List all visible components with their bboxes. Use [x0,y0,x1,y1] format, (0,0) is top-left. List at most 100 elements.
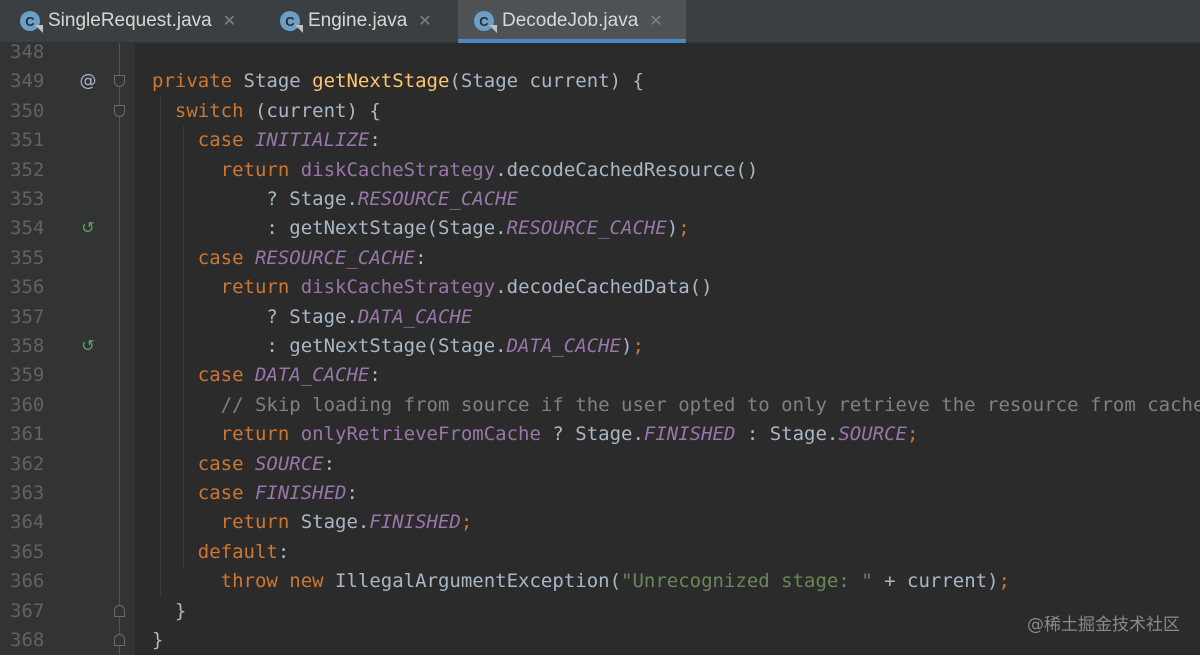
code-token: ; [998,570,1010,593]
code-line[interactable]: 358 ↺ : getNextStage(Stage.DATA_CACHE); [0,332,1200,361]
line-number: 366 [10,570,45,593]
line-number: 358 [10,335,45,357]
code-line[interactable]: 361 return onlyRetrieveFromCache ? Stage… [0,420,1200,449]
override-method-icon[interactable]: ↺ [79,337,97,355]
code-token: SOURCE [254,452,324,475]
code-token: private [152,70,244,93]
code-line[interactable]: 359 case DATA_CACHE: [0,361,1200,390]
code-line[interactable]: 353 ? Stage.RESOURCE_CACHE [0,185,1200,214]
code-line[interactable]: 360 // Skip loading from source if the u… [0,391,1200,420]
code-text: // Skip loading from source if the user … [152,391,1200,420]
code-token: switch [174,99,255,122]
line-number: 355 [10,246,45,269]
code-text: case INITIALIZE: [152,126,381,155]
code-token: IllegalArgumentException( [335,570,622,593]
code-line[interactable]: 364 return Stage.FINISHED; [0,508,1200,537]
code-line[interactable]: 365 default: [0,538,1200,567]
code-line[interactable]: 366 throw new IllegalArgumentException("… [0,567,1200,596]
code-token: case [197,452,255,475]
code-token: FINISHED [254,482,347,504]
code-token: diskCacheStrategy [300,276,496,299]
code-token: onlyRetrieveFromCache [300,423,541,446]
code-token: Stage [243,70,313,93]
code-token: : [323,452,336,475]
code-text: case FINISHED: [152,479,358,508]
code-line[interactable]: 351 case INITIALIZE: [0,126,1200,155]
code-token: ; [632,335,644,357]
code-line[interactable]: 363 case FINISHED: [0,479,1200,508]
code-token: ) [666,217,679,240]
line-number: 356 [10,276,45,299]
code-token: Stage. [300,511,370,534]
fold-toggle-icon[interactable] [114,75,125,88]
code-line[interactable]: 350 switch (current) { [0,97,1200,126]
line-number: 352 [10,158,45,181]
code-line[interactable]: 367 } [0,597,1200,626]
code-line[interactable]: 357 ? Stage.DATA_CACHE [0,303,1200,332]
tab-singlerequest[interactable]: C SingleRequest.java ✕ [0,0,256,42]
fold-toggle-icon[interactable] [114,104,125,117]
code-token: FINISHED [369,511,461,534]
annotation-icon[interactable]: @ [79,72,97,90]
code-token: DATA_CACHE [506,335,621,357]
code-line[interactable]: 356 return diskCacheStrategy.decodeCache… [0,273,1200,302]
code-text: return diskCacheStrategy.decodeCachedDat… [152,273,713,302]
code-text: throw new IllegalArgumentException("Unre… [152,567,1010,596]
code-text: default: [152,538,290,567]
code-text: : getNextStage(Stage.DATA_CACHE); [152,332,644,361]
line-number: 354 [10,217,45,240]
code-token: .decodeCachedResource() [495,158,759,181]
close-icon[interactable]: ✕ [649,11,662,31]
code-token: diskCacheStrategy [300,158,496,181]
code-token: (Stage current) { [449,70,644,93]
code-token: : Stage. [735,423,839,446]
tab-label: SingleRequest.java [48,10,212,31]
code-text: private Stage getNextStage(Stage current… [152,67,644,96]
line-number: 357 [10,305,45,328]
code-token: ; [907,423,919,446]
tab-engine[interactable]: C Engine.java ✕ [268,0,458,42]
code-line[interactable]: 352 return diskCacheStrategy.decodeCache… [0,156,1200,185]
fold-toggle-icon[interactable] [114,604,125,617]
code-token: getNextStage [312,70,450,93]
code-line[interactable]: 354 ↺ : getNextStage(Stage.RESOURCE_CACHE… [0,214,1200,243]
fold-toggle-icon[interactable] [114,634,125,646]
code-token: : [369,364,381,387]
code-line[interactable]: 362 case SOURCE: [0,450,1200,479]
code-text: } [152,597,186,626]
override-method-icon[interactable]: ↺ [79,219,97,237]
code-token: ) [621,335,633,357]
code-text: return onlyRetrieveFromCache ? Stage.FIN… [152,420,919,449]
line-number: 362 [10,452,45,475]
code-token: ; [460,511,473,534]
code-token: case [197,129,255,152]
code-token: throw new [220,570,336,593]
code-text: case SOURCE: [152,450,335,479]
close-icon[interactable]: ✕ [223,11,236,31]
code-token: return [220,511,301,534]
java-class-icon: C [474,11,494,31]
line-number: 350 [10,99,45,122]
tab-decodejob[interactable]: C DecodeJob.java ✕ [458,0,686,43]
code-token: : [277,540,290,563]
editor-tab-bar: C SingleRequest.java ✕ C Engine.java ✕ C… [0,0,1200,43]
code-line[interactable]: 355 case RESOURCE_CACHE: [0,244,1200,273]
line-number: 361 [10,423,45,446]
code-token: FINISHED [643,423,736,446]
code-line[interactable]: 348 [0,38,1200,67]
close-icon[interactable]: ✕ [418,11,431,31]
code-token: INITIALIZE [254,129,370,152]
code-token: // Skip loading from source if the user … [220,393,1200,416]
code-line[interactable]: 368} [0,626,1200,655]
code-token: : [346,482,358,504]
code-text: ? Stage.DATA_CACHE [152,303,472,332]
code-token: DATA_CACHE [357,305,473,328]
code-line[interactable]: 349 @ private Stage getNextStage(Stage cur… [0,67,1200,96]
line-number: 351 [10,129,45,152]
